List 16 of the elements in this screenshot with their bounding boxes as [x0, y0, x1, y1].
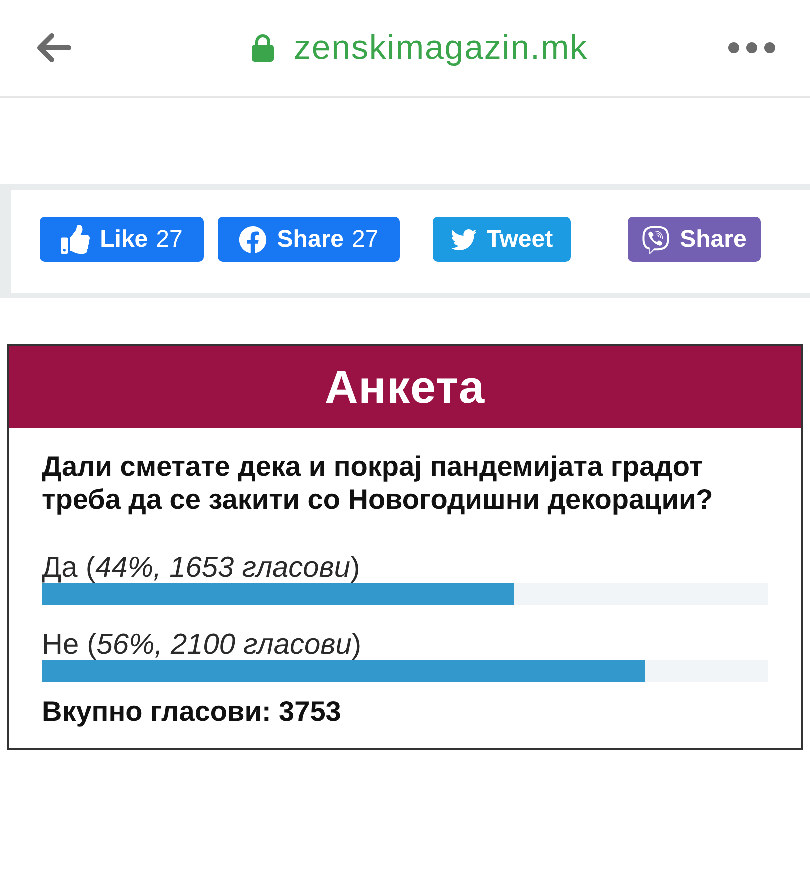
poll-option-label: Не (56%, 2100 гласови) [42, 630, 363, 660]
poll-question: Дали сметате дека и покрај пандемијата градот треба да се закити со Новогодишни декорации? [42, 450, 714, 516]
share-button[interactable]: Share [628, 217, 761, 262]
like-button[interactable]: Like 27 [40, 217, 204, 262]
tweet-button[interactable]: Tweet [433, 217, 571, 262]
url-text[interactable]: zenskimagazin.mk [294, 28, 588, 68]
back-arrow-icon[interactable] [36, 33, 72, 63]
poll-title: Анкета [9, 346, 801, 428]
poll-option-label: Да (44%, 1653 гласови) [42, 553, 362, 583]
facebook-icon [239, 226, 268, 254]
bird-icon [450, 226, 477, 252]
viber-icon [642, 226, 670, 254]
thumbs-up-icon [61, 225, 90, 254]
total-votes: Вкупно гласови: 3753 [42, 697, 342, 727]
more-options-icon[interactable] [728, 42, 776, 54]
share-button[interactable]: Share 27 [218, 217, 400, 262]
